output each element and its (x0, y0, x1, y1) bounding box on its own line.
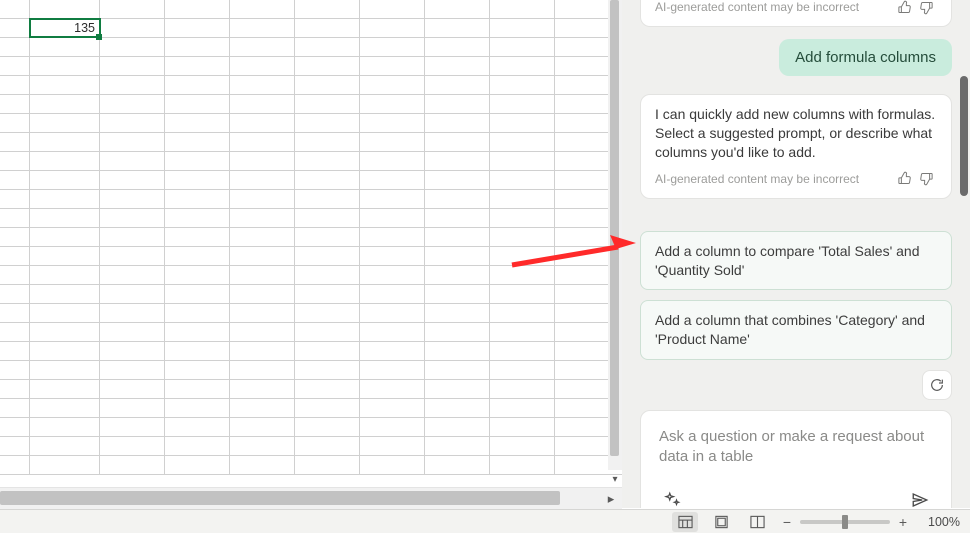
table-row (0, 228, 622, 247)
scrollbar-thumb[interactable] (0, 491, 560, 505)
table-row (0, 361, 622, 380)
table-row (0, 190, 622, 209)
table-row (0, 57, 622, 76)
scroll-right-arrow-icon[interactable]: ▸ (600, 488, 622, 509)
sheet-vertical-scrollbar[interactable]: ▾ (608, 0, 622, 470)
grid-cell[interactable] (295, 0, 360, 18)
assistant-message-card: AI-generated content may be incorrect (640, 0, 952, 27)
ai-disclaimer-label: AI-generated content may be incorrect (655, 171, 859, 187)
table-row (0, 380, 622, 399)
table-row (0, 456, 622, 475)
send-icon[interactable] (907, 487, 933, 508)
grid-cell[interactable] (295, 19, 360, 37)
ai-disclaimer-label: AI-generated content may be incorrect (655, 0, 859, 15)
table-row (0, 0, 622, 19)
table-row (0, 152, 622, 171)
assistant-message-card: I can quickly add new columns with formu… (640, 94, 952, 199)
sparkle-icon[interactable] (659, 487, 685, 508)
grid-cell[interactable] (360, 19, 425, 37)
app-root: 135 (0, 0, 970, 533)
user-message-row: Add formula columns (640, 39, 952, 76)
table-row (0, 285, 622, 304)
grid-cell[interactable] (490, 19, 555, 37)
table-row (0, 38, 622, 57)
table-row (0, 304, 622, 323)
table-row (0, 209, 622, 228)
zoom-slider[interactable]: − + (780, 515, 910, 529)
grid-cell[interactable] (100, 19, 165, 37)
thumbs-up-icon[interactable] (893, 0, 915, 18)
panel-vertical-scrollbar[interactable] (958, 0, 970, 508)
scrollbar-thumb[interactable] (610, 0, 619, 456)
scrollbar-track[interactable] (0, 488, 600, 509)
selected-cell[interactable]: 135 (30, 19, 100, 37)
table-row (0, 266, 622, 285)
table-row (0, 437, 622, 456)
table-row (0, 76, 622, 95)
table-row (0, 171, 622, 190)
grid-cell[interactable] (230, 0, 295, 18)
table-row (0, 247, 622, 266)
table-row (0, 95, 622, 114)
thumbs-down-icon[interactable] (915, 168, 937, 190)
grid-cell[interactable] (30, 0, 100, 18)
status-bar: − + 100% (0, 509, 970, 533)
sheet-horizontal-scrollbar[interactable]: ▸ (0, 487, 622, 509)
table-row (0, 342, 622, 361)
table-row (0, 114, 622, 133)
grid-cell[interactable] (360, 0, 425, 18)
table-row (0, 323, 622, 342)
chat-input[interactable]: Ask a question or make a request about d… (659, 427, 933, 469)
thumbs-up-icon[interactable] (893, 168, 915, 190)
scroll-down-arrow-icon[interactable]: ▾ (608, 470, 622, 488)
zoom-in-button[interactable]: + (896, 515, 910, 529)
zoom-slider-thumb[interactable] (842, 515, 848, 529)
table-row (0, 418, 622, 437)
page-break-view-button[interactable] (744, 512, 770, 532)
grid-cell[interactable] (165, 0, 230, 18)
zoom-slider-track[interactable] (800, 520, 890, 524)
page-layout-view-button[interactable] (708, 512, 734, 532)
grid-cell[interactable] (425, 0, 490, 18)
grid-cell[interactable] (425, 19, 490, 37)
scrollbar-thumb[interactable] (960, 76, 968, 196)
user-message-bubble: Add formula columns (779, 39, 952, 76)
table-row (0, 399, 622, 418)
grid-cell[interactable] (100, 0, 165, 18)
zoom-level-label[interactable]: 100% (920, 515, 960, 529)
copilot-panel: AI-generated content may be incorrect Ad… (622, 0, 970, 508)
suggestion-prompt[interactable]: Add a column to compare 'Total Sales' an… (640, 231, 952, 291)
zoom-out-button[interactable]: − (780, 515, 794, 529)
suggestion-prompt[interactable]: Add a column that combines 'Category' an… (640, 300, 952, 360)
grid-cell[interactable] (0, 0, 30, 18)
refresh-suggestions-button[interactable] (922, 370, 952, 400)
assistant-message-text: I can quickly add new columns with formu… (655, 105, 937, 162)
chat-input-card: Ask a question or make a request about d… (640, 410, 952, 508)
spreadsheet-grid[interactable]: 135 (0, 0, 622, 492)
grid-cell[interactable] (490, 0, 555, 18)
table-row: 135 (0, 19, 622, 38)
grid-cell[interactable] (230, 19, 295, 37)
grid-cell[interactable] (165, 19, 230, 37)
grid-cell[interactable] (0, 19, 30, 37)
thumbs-down-icon[interactable] (915, 0, 937, 18)
normal-view-button[interactable] (672, 512, 698, 532)
table-row (0, 133, 622, 152)
